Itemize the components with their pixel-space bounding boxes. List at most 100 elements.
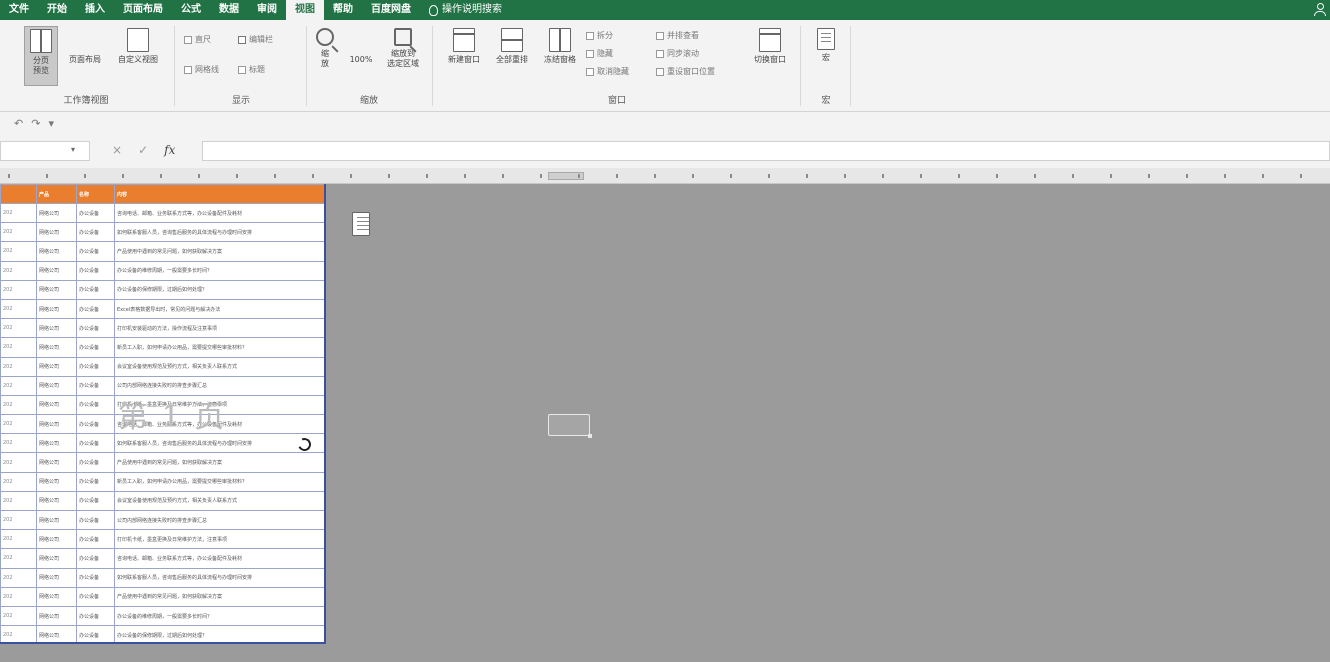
table-cell[interactable]: 202 [0, 548, 37, 569]
table-cell[interactable]: 新员工入职，如何申请办公用品，需要提交哪些审批材料？ [114, 471, 324, 492]
side-by-side-button[interactable]: 并排查看 [656, 30, 699, 41]
table-cell[interactable]: 新员工入职，如何申请办公用品，需要提交哪些审批材料？ [114, 337, 324, 358]
tab-9[interactable]: 百度网盘 [362, 0, 420, 20]
redo-icon[interactable]: ↷ [31, 117, 40, 130]
table-cell[interactable]: 办公设备 [76, 222, 115, 243]
table-cell[interactable]: 办公设备 [76, 318, 115, 339]
table-cell[interactable]: 网络公司 [36, 375, 77, 396]
table-cell[interactable]: 办公设备 [76, 625, 115, 642]
table-cell[interactable]: 办公设备 [76, 356, 115, 377]
table-cell[interactable]: 办公设备 [76, 509, 115, 531]
table-cell[interactable]: 办公设备 [76, 375, 115, 396]
enter-icon[interactable]: ✓ [138, 143, 148, 157]
table-cell[interactable]: 办公设备 [76, 298, 115, 320]
table-cell[interactable]: 办公设备 [76, 433, 115, 454]
new-window-button[interactable]: 新建窗口 [440, 26, 488, 86]
tab-8[interactable]: 帮助 [324, 0, 362, 20]
table-cell[interactable]: 公司内部网络连接失败时的排查步骤汇总 [114, 509, 324, 531]
table-cell[interactable]: 202 [0, 356, 37, 377]
zoom-100-button[interactable]: 100% [344, 26, 378, 236]
gridlines-checkbox[interactable]: 网格线 [184, 64, 219, 75]
tell-me-search[interactable]: 操作说明搜索 [420, 0, 511, 20]
freeze-panes-button[interactable]: 冻结窗格 [536, 26, 584, 86]
table-cell[interactable]: 办公设备 [76, 471, 115, 492]
headings-checkbox[interactable]: 标题 [238, 64, 265, 75]
page-break-preview-button[interactable]: 分页 预览 [24, 26, 58, 86]
table-cell[interactable]: 网络公司 [36, 356, 77, 377]
page-layout-button[interactable]: 页面布局 [64, 26, 106, 236]
tab-0[interactable]: 文件 [0, 0, 38, 20]
table-cell[interactable]: 办公设备 [76, 279, 115, 300]
table-cell[interactable]: 办公设备的维修周期，一般需要多长时间？ [114, 260, 324, 281]
sync-scroll-button[interactable]: 同步滚动 [656, 48, 699, 59]
table-cell[interactable]: 办公设备 [76, 452, 115, 473]
table-cell[interactable]: 202 [0, 625, 37, 642]
formula-input[interactable] [202, 141, 1330, 161]
table-cell[interactable]: 办公设备 [76, 260, 115, 281]
name-box[interactable]: ▾ [0, 141, 90, 161]
table-cell[interactable]: 如何联系客服人员，咨询售后服务的具体流程与办理时间安排 [114, 222, 324, 243]
table-cell[interactable]: 网络公司 [36, 567, 77, 588]
table-cell[interactable]: 网络公司 [36, 318, 77, 339]
table-cell[interactable]: 办公设备 [76, 605, 115, 627]
table-cell[interactable]: 办公设备 [76, 529, 115, 550]
name-box-dropdown-icon[interactable]: ▾ [71, 145, 75, 154]
table-cell[interactable]: 网络公司 [36, 625, 77, 642]
macros-button[interactable]: 宏 [806, 26, 846, 86]
table-cell[interactable]: 办公设备 [76, 337, 115, 358]
switch-windows-button[interactable]: 切换窗口 [744, 26, 796, 86]
tab-5[interactable]: 数据 [210, 0, 248, 20]
table-cell[interactable]: 202 [0, 202, 37, 224]
table-cell[interactable]: 办公设备 [76, 202, 115, 224]
table-cell[interactable]: 网络公司 [36, 433, 77, 454]
tab-3[interactable]: 页面布局 [114, 0, 172, 20]
table-cell[interactable]: 网络公司 [36, 394, 77, 416]
table-cell[interactable]: 网络公司 [36, 241, 77, 262]
table-cell[interactable]: 网络公司 [36, 452, 77, 473]
table-cell[interactable]: 打印机安装驱动的方法，操作流程及注意事项 [114, 318, 324, 339]
table-cell[interactable]: 办公设备 [76, 567, 115, 588]
unhide-button[interactable]: 取消隐藏 [586, 66, 629, 77]
undo-icon[interactable]: ↶ [14, 117, 23, 130]
table-cell[interactable]: 网络公司 [36, 605, 77, 627]
table-cell[interactable]: 办公设备 [76, 548, 115, 569]
table-cell[interactable]: 网络公司 [36, 471, 77, 492]
table-cell[interactable]: 办公设备的保修期限，过期后如何处理？ [114, 279, 324, 300]
table-cell[interactable]: 202 [0, 337, 37, 358]
tab-6[interactable]: 审阅 [248, 0, 286, 20]
customize-qat-icon[interactable]: ▾ [48, 117, 54, 130]
insert-function-icon[interactable]: fx [164, 143, 175, 157]
table-cell[interactable]: 网络公司 [36, 202, 77, 224]
table-cell[interactable]: 202 [0, 509, 37, 531]
table-cell[interactable]: 办公设备的维修周期，一般需要多长时间？ [114, 605, 324, 627]
formula-bar-checkbox[interactable]: 编辑栏 [238, 34, 273, 45]
table-cell[interactable]: 202 [0, 318, 37, 339]
table-cell[interactable]: Excel表格数据导出时，常见的问题与解决办法 [114, 298, 324, 320]
tab-1[interactable]: 开始 [38, 0, 76, 20]
table-cell[interactable]: 会议室设备使用规范及预约方式，相关负责人联系方式 [114, 490, 324, 512]
table-cell[interactable]: 网络公司 [36, 298, 77, 320]
tab-4[interactable]: 公式 [172, 0, 210, 20]
table-cell[interactable]: 202 [0, 298, 37, 320]
hide-button[interactable]: 隐藏 [586, 48, 613, 59]
cancel-icon[interactable]: × [112, 143, 122, 157]
table-cell[interactable]: 产品使用中遇到的常见问题，如何获取解决方案 [114, 586, 324, 607]
table-cell[interactable]: 网络公司 [36, 529, 77, 550]
reset-window-position-button[interactable]: 重设窗口位置 [656, 66, 715, 77]
floating-window[interactable] [548, 414, 592, 438]
zoom-to-selection-button[interactable]: 缩放到 选定区域 [380, 26, 426, 86]
table-cell[interactable]: 202 [0, 414, 37, 435]
tab-2[interactable]: 插入 [76, 0, 114, 20]
ruler-checkbox[interactable]: 直尺 [184, 34, 211, 45]
table-cell[interactable]: 办公设备 [76, 241, 115, 262]
table-cell[interactable]: 202 [0, 241, 37, 262]
table-cell[interactable]: 网络公司 [36, 548, 77, 569]
zoom-button[interactable]: 缩 放 [310, 26, 340, 86]
user-icon[interactable] [1314, 3, 1326, 17]
table-cell[interactable]: 202 [0, 375, 37, 396]
table-cell[interactable]: 网络公司 [36, 260, 77, 281]
table-cell[interactable]: 产品使用中遇到的常见问题，如何获取解决方案 [114, 452, 324, 473]
table-cell[interactable]: 如何联系客服人员，咨询售后服务的具体流程与办理时间安排 [114, 567, 324, 588]
table-cell[interactable]: 202 [0, 529, 37, 550]
tab-7[interactable]: 视图 [286, 0, 324, 20]
